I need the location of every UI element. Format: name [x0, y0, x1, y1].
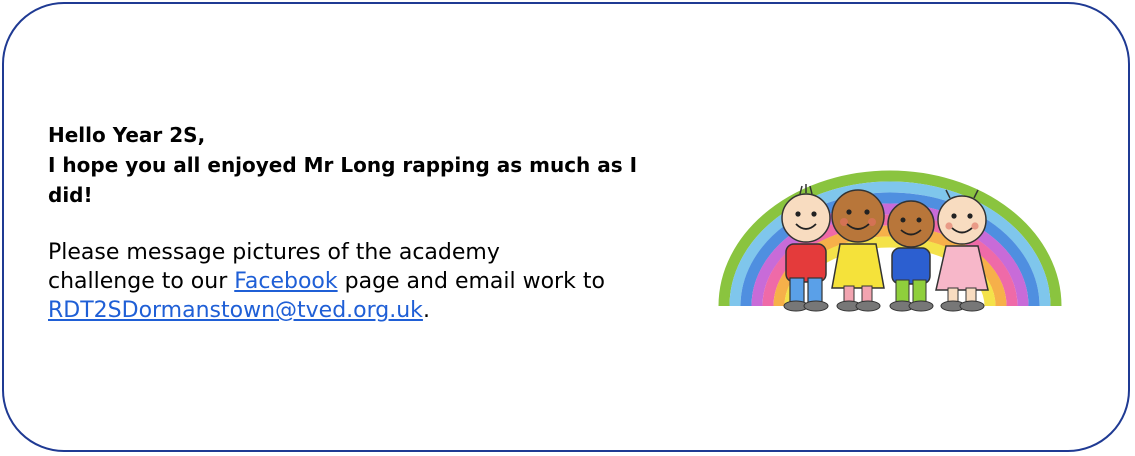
greeting-line-1: Hello Year 2S,: [48, 123, 206, 147]
email-link[interactable]: RDT2SDormanstown@tved.org.uk: [48, 298, 423, 323]
greeting-heading: Hello Year 2S, I hope you all enjoyed Mr…: [48, 120, 688, 210]
instructions-paragraph: Please message pictures of the academy c…: [48, 238, 608, 325]
message-part-3: .: [422, 298, 430, 323]
children-rainbow-illustration: [716, 166, 1064, 316]
rainbow-kids-icon: [718, 170, 1062, 312]
message-text-block: Hello Year 2S, I hope you all enjoyed Mr…: [48, 120, 688, 325]
greeting-line-2: I hope you all enjoyed Mr Long rapping a…: [48, 153, 638, 207]
facebook-link[interactable]: Facebook: [234, 269, 337, 294]
message-card: Hello Year 2S, I hope you all enjoyed Mr…: [2, 2, 1130, 452]
message-part-2: page and email work to: [337, 269, 605, 294]
